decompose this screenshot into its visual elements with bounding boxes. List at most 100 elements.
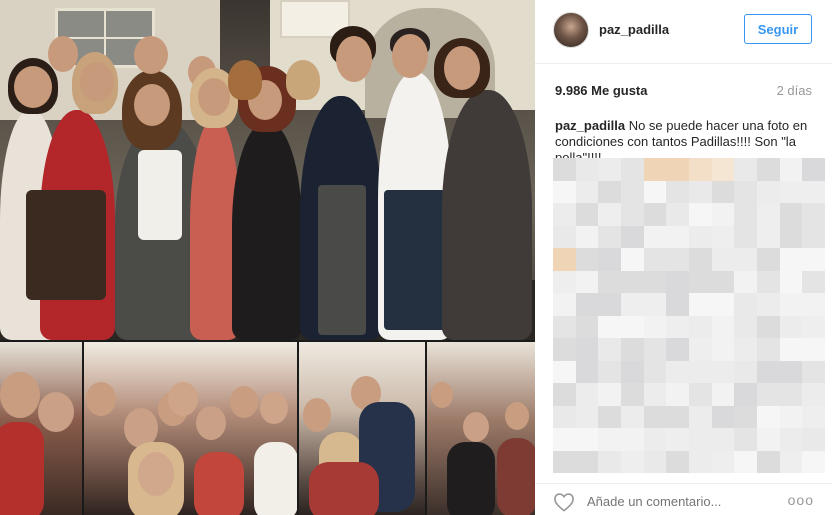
person-hair	[228, 60, 262, 100]
pixel-block	[734, 248, 757, 271]
person-face	[134, 36, 168, 74]
person-face	[260, 392, 288, 424]
pixel-block	[802, 405, 825, 428]
person-face	[80, 62, 114, 102]
pixel-block	[688, 180, 712, 203]
post-photo[interactable]	[0, 0, 535, 515]
pixel-block	[756, 203, 780, 226]
pixel-block	[734, 293, 757, 316]
pixel-block	[553, 248, 576, 271]
pixel-block	[643, 450, 667, 473]
person-face	[0, 372, 40, 418]
pixel-block	[575, 270, 599, 293]
pixel-block	[620, 428, 644, 451]
pixel-block	[756, 338, 780, 361]
pixel-block	[734, 338, 757, 361]
comment-input[interactable]	[587, 492, 777, 510]
pixel-block	[620, 405, 644, 428]
pixel-block	[575, 450, 599, 473]
pixel-block	[779, 428, 803, 451]
pixel-block	[802, 383, 825, 406]
pixel-block	[643, 383, 667, 406]
pixel-block	[688, 405, 712, 428]
pixel-block	[553, 405, 576, 428]
heart-outline-icon[interactable]	[553, 492, 575, 512]
pixel-block	[779, 360, 803, 383]
pixel-block	[553, 315, 576, 338]
pixel-block	[666, 315, 689, 338]
collage-photo	[84, 342, 297, 515]
pixel-block	[575, 203, 599, 226]
pixel-block	[598, 248, 621, 271]
pixel-block	[666, 248, 689, 271]
pixel-block	[666, 225, 689, 248]
person-hair	[286, 60, 320, 100]
pixel-block	[779, 158, 803, 181]
pixel-block	[666, 203, 689, 226]
pixel-block	[666, 270, 689, 293]
pixel-block	[643, 293, 667, 316]
pixel-block	[734, 225, 757, 248]
pixel-block	[643, 360, 667, 383]
pixel-block	[553, 383, 576, 406]
pixel-block	[779, 338, 803, 361]
pixel-block	[553, 450, 576, 473]
pixel-block	[620, 360, 644, 383]
pixel-block	[666, 383, 689, 406]
person-face	[431, 382, 453, 408]
pixel-block	[779, 225, 803, 248]
pixel-block	[643, 203, 667, 226]
pixel-block	[575, 293, 599, 316]
post-header: paz_padilla Seguir	[535, 0, 832, 64]
pixel-block	[643, 270, 667, 293]
pixel-block	[711, 293, 735, 316]
pixel-block	[643, 428, 667, 451]
pixel-block	[779, 383, 803, 406]
pixel-block	[620, 180, 644, 203]
pixel-block	[756, 315, 780, 338]
pixel-block	[643, 158, 667, 181]
pixel-block	[756, 405, 780, 428]
pixel-block	[666, 293, 689, 316]
pixel-block	[756, 248, 780, 271]
pixel-block	[734, 315, 757, 338]
pixel-block	[756, 180, 780, 203]
follow-button[interactable]: Seguir	[744, 14, 812, 44]
pixel-block	[620, 248, 644, 271]
post-side-panel: paz_padilla Seguir 9.986 Me gusta 2 días…	[535, 0, 832, 515]
pixel-block	[802, 203, 825, 226]
pixel-block	[756, 293, 780, 316]
pixel-block	[643, 180, 667, 203]
person-face	[336, 36, 372, 82]
pixel-block	[643, 338, 667, 361]
post-timestamp[interactable]: 2 días	[777, 83, 812, 98]
pixel-block	[779, 180, 803, 203]
likes-count[interactable]: 9.986 Me gusta	[555, 83, 648, 98]
pixel-block	[688, 428, 712, 451]
pixel-block	[734, 270, 757, 293]
pixel-block	[711, 180, 735, 203]
pixel-block	[553, 180, 576, 203]
pixelated-comments	[553, 158, 825, 474]
person-face	[392, 34, 428, 78]
pixel-block	[756, 428, 780, 451]
pixel-block	[688, 360, 712, 383]
pixel-block	[575, 405, 599, 428]
pixel-block	[802, 360, 825, 383]
pixel-block	[711, 450, 735, 473]
caption-username[interactable]: paz_padilla	[555, 118, 625, 133]
pixel-block	[756, 360, 780, 383]
pixel-block	[598, 180, 621, 203]
username-link[interactable]: paz_padilla	[599, 22, 669, 37]
pixel-block	[756, 450, 780, 473]
pixel-block	[598, 315, 621, 338]
person-figure	[442, 90, 532, 340]
more-options-icon[interactable]: ooo	[788, 492, 814, 508]
pixel-block	[620, 383, 644, 406]
collage-photo	[427, 342, 535, 515]
pixel-block	[802, 315, 825, 338]
pixel-block	[598, 450, 621, 473]
avatar[interactable]	[553, 12, 589, 48]
pixel-block	[756, 270, 780, 293]
pixel-block	[598, 158, 621, 181]
